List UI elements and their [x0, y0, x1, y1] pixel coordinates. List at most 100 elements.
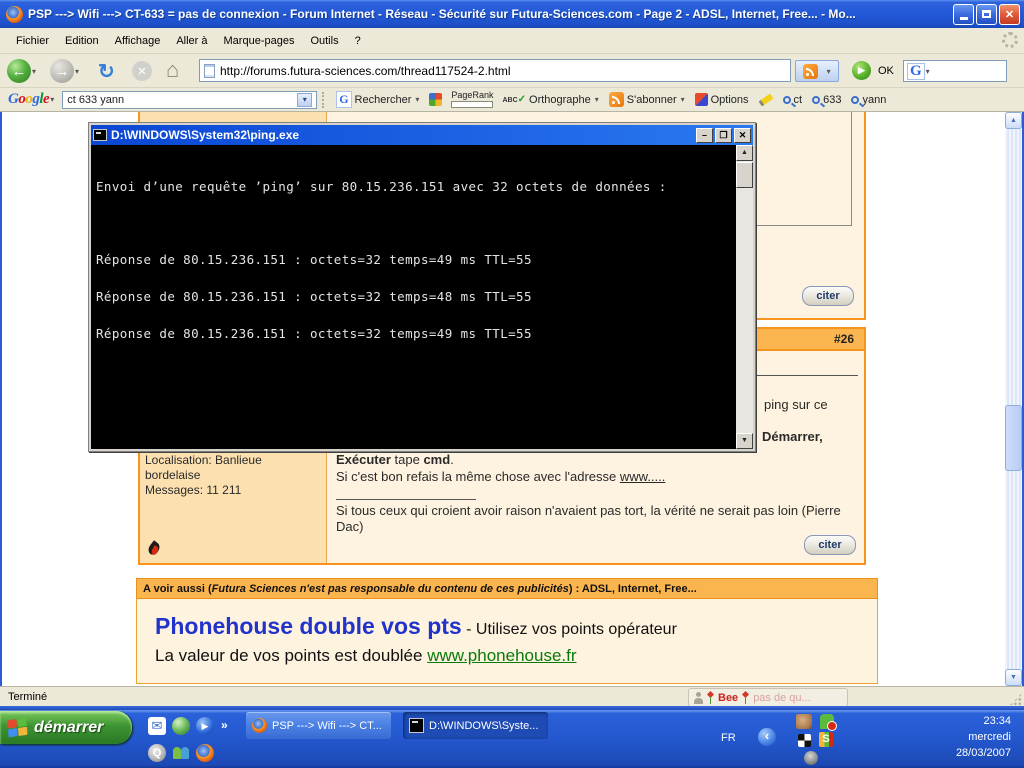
quicklaunch-overflow-icon[interactable]: »: [221, 718, 228, 732]
forward-button[interactable]: → ▾: [50, 59, 79, 83]
search-g-icon: G: [336, 91, 352, 108]
language-indicator[interactable]: FR: [721, 732, 736, 744]
share-button[interactable]: [424, 93, 447, 106]
stop-button[interactable]: ✕: [132, 61, 152, 81]
google-logo-dropdown-icon[interactable]: ▾: [50, 95, 54, 104]
console-titlebar[interactable]: D:\WINDOWS\System32\ping.exe – ❐ ✕: [91, 125, 753, 145]
spellcheck-dropdown-icon[interactable]: ▾: [595, 95, 599, 104]
term-button-yann[interactable]: yann: [846, 92, 891, 108]
console-title: D:\WINDOWS\System32\ping.exe: [111, 128, 300, 142]
back-button[interactable]: ← ▾: [7, 59, 36, 83]
toolbar-separator: [322, 91, 326, 108]
user-message-count: Messages: 11 211: [145, 483, 242, 497]
reload-button[interactable]: ↻: [98, 59, 115, 84]
console-line: Envoi d’une requête ’ping’ sur 80.15.236…: [96, 178, 667, 194]
console-scrollbar[interactable]: ▲ ▼: [736, 145, 753, 449]
highlight-button[interactable]: [754, 93, 778, 106]
quicklaunch-globe-icon[interactable]: [172, 717, 190, 735]
google-search-dropdown-icon[interactable]: ▾: [926, 67, 930, 76]
scroll-up-button[interactable]: ▲: [1005, 112, 1022, 129]
taskbar: démarrer ✉ ▶ » Q PSP ---> Wifi ---> CT..…: [0, 710, 1024, 768]
subscribe-rss-icon: [608, 92, 624, 107]
search-dropdown-icon[interactable]: ▾: [415, 95, 419, 104]
back-icon: ←: [7, 59, 31, 83]
post-text-fragment: ping sur ce: [764, 397, 828, 412]
quicklaunch-quicktime-icon[interactable]: Q: [148, 744, 166, 762]
scroll-down-button[interactable]: ▼: [1005, 669, 1022, 686]
forward-dropdown-icon[interactable]: ▾: [75, 67, 79, 76]
taskbar-button-firefox[interactable]: PSP ---> Wifi ---> CT...: [246, 712, 391, 739]
quicklaunch-media-player-icon[interactable]: ▶: [196, 717, 214, 735]
term-button-ct[interactable]: ct: [778, 92, 808, 108]
forward-icon: →: [50, 59, 74, 83]
taskbar-button-console[interactable]: D:\WINDOWS\Syste...: [403, 712, 548, 739]
magnifier-icon: [812, 95, 821, 104]
console-scroll-up-button[interactable]: ▲: [736, 145, 753, 161]
rss-dropdown-icon[interactable]: ▾: [827, 67, 831, 76]
ad-description: La valeur de vos points est doublée www.…: [155, 646, 577, 665]
back-dropdown-icon[interactable]: ▾: [32, 67, 36, 76]
browser-titlebar[interactable]: PSP ---> Wifi ---> CT-633 = pas de conne…: [0, 0, 1024, 28]
tray-checker-icon[interactable]: [798, 734, 811, 747]
post-number: #26: [833, 332, 854, 346]
menu-affichage[interactable]: Affichage: [107, 32, 169, 50]
throbber-icon: [1002, 32, 1018, 48]
google-logo[interactable]: Google: [8, 91, 50, 108]
go-button[interactable]: ▶: [852, 61, 871, 80]
menu-fichier[interactable]: Fichier: [8, 32, 57, 50]
quicklaunch-firefox-icon[interactable]: [196, 744, 214, 762]
console-minimize-button[interactable]: –: [696, 127, 713, 143]
quote-button[interactable]: citer: [802, 286, 854, 306]
quote-button[interactable]: citer: [804, 535, 856, 555]
resize-grip[interactable]: [1009, 693, 1022, 706]
ad-link[interactable]: www.phonehouse.fr: [427, 646, 576, 665]
url-text[interactable]: http://forums.futura-sciences.com/thread…: [220, 64, 511, 78]
extension-status-widget[interactable]: Bee pas de qu...: [688, 688, 848, 707]
tray-collapse-icon[interactable]: ‹: [758, 728, 776, 746]
tray-misc-icon[interactable]: [804, 751, 818, 765]
google-search-box[interactable]: G ▾: [903, 60, 1007, 82]
start-button[interactable]: démarrer: [0, 711, 132, 744]
flower-icon: [742, 692, 749, 704]
spellcheck-button[interactable]: ABC✓ Orthographe ▾: [497, 94, 603, 106]
menu-marque-pages[interactable]: Marque-pages: [216, 32, 303, 50]
console-close-button[interactable]: ✕: [734, 127, 751, 143]
www-link[interactable]: www.....: [620, 469, 666, 484]
rss-icon: [803, 63, 819, 79]
home-button[interactable]: ⌂: [166, 57, 179, 83]
toolbar-search-input[interactable]: ct 633 yann ▾: [62, 90, 318, 109]
options-button[interactable]: Options: [690, 93, 754, 106]
maximize-button[interactable]: [976, 3, 997, 25]
toolbar-search-value[interactable]: ct 633 yann: [67, 94, 124, 106]
clock-date: 28/03/2007: [955, 747, 1011, 759]
quicklaunch-messenger-icon[interactable]: [172, 744, 190, 762]
tray-clock[interactable]: 23:34 mercredi 28/03/2007: [931, 713, 1011, 761]
subscribe-button[interactable]: S'abonner ▾: [604, 92, 690, 107]
console-output-area[interactable]: Envoi d’une requête ’ping’ sur 80.15.236…: [91, 145, 753, 449]
tray-messenger-status-icon[interactable]: [820, 714, 834, 729]
menu-aller-a[interactable]: Aller à: [168, 32, 215, 50]
term-button-633[interactable]: 633: [807, 92, 846, 108]
url-bar[interactable]: http://forums.futura-sciences.com/thread…: [199, 59, 791, 82]
tray-emule-icon[interactable]: [796, 714, 812, 729]
menu-edition[interactable]: Edition: [57, 32, 107, 50]
menu-outils[interactable]: Outils: [302, 32, 346, 50]
search-button[interactable]: G Rechercher ▾: [331, 91, 424, 108]
highlighter-icon: [758, 93, 774, 106]
quicklaunch-mail-icon[interactable]: ✉: [148, 717, 166, 735]
console-maximize-button[interactable]: ❐: [715, 127, 732, 143]
pagerank-indicator[interactable]: PageRank: [447, 91, 497, 108]
tray-styler-icon[interactable]: S: [819, 732, 833, 747]
close-button[interactable]: ✕: [999, 3, 1020, 25]
clock-time: 23:34: [983, 715, 1011, 727]
console-scrollbar-thumb[interactable]: [736, 162, 753, 188]
page-scrollbar[interactable]: ▲ ▼: [1005, 112, 1022, 686]
minimize-button[interactable]: [953, 3, 974, 25]
rss-subscribe-control[interactable]: ▾: [795, 60, 839, 82]
ad-title-link[interactable]: Phonehouse double vos pts: [155, 613, 462, 639]
subscribe-dropdown-icon[interactable]: ▾: [681, 95, 685, 104]
scrollbar-thumb[interactable]: [1005, 405, 1022, 471]
menu-aide[interactable]: ?: [347, 32, 369, 50]
search-history-dropdown-icon[interactable]: ▾: [297, 92, 313, 107]
console-scroll-down-button[interactable]: ▼: [736, 433, 753, 449]
